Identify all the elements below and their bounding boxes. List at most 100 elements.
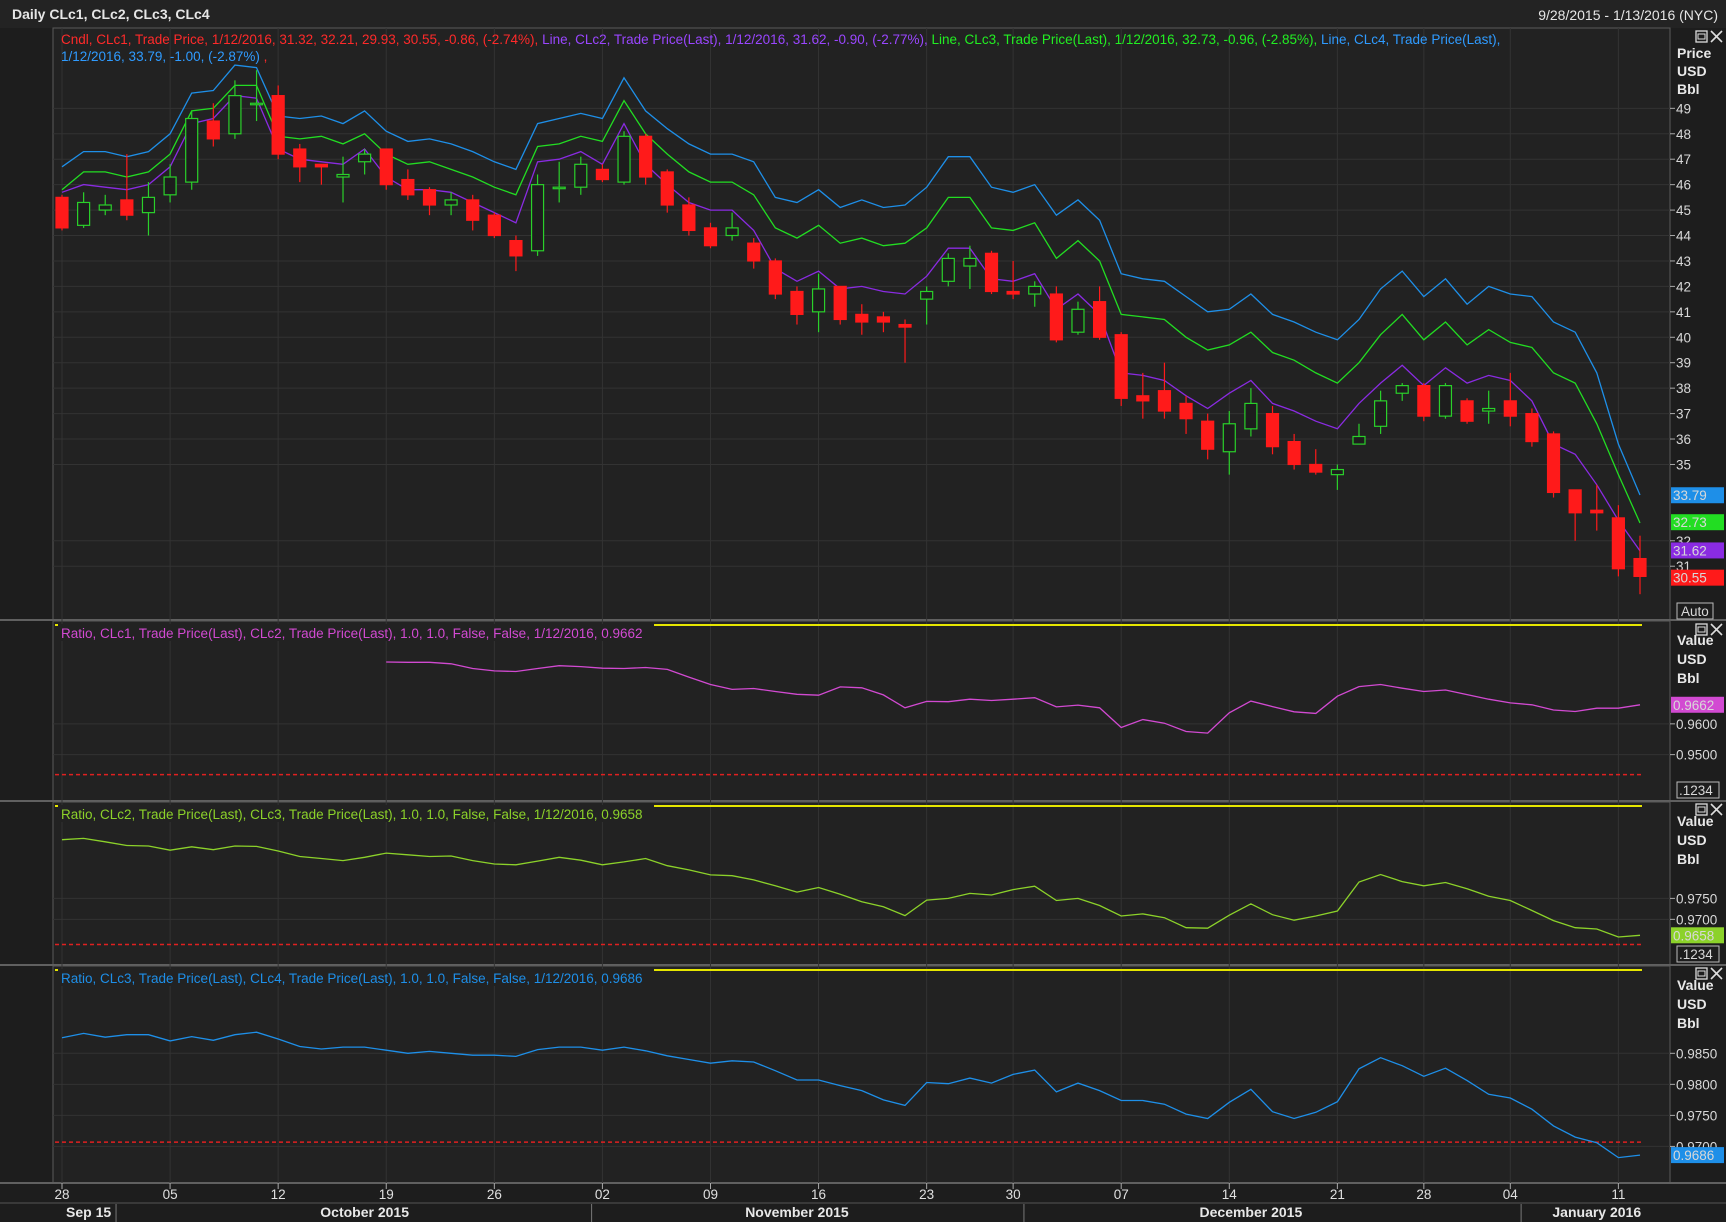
unit-label: Price xyxy=(1677,45,1711,61)
candle-body-down xyxy=(401,178,415,196)
y-tick-label: 0.9700 xyxy=(1676,912,1717,927)
candle-body-down xyxy=(1006,290,1020,295)
y-tick-label: 0.9600 xyxy=(1676,717,1717,732)
candle-body-down xyxy=(487,214,501,237)
candle-body-up xyxy=(77,201,91,226)
candle-body-up xyxy=(336,173,350,178)
candle-body-down xyxy=(422,189,437,206)
ratio-legend: Ratio, CLc2, Trade Price(Last), CLc3, Tr… xyxy=(61,807,643,822)
candle-body-down xyxy=(466,199,480,221)
candle-body-down xyxy=(1611,517,1625,570)
candle-body-up xyxy=(617,135,631,183)
x-tick-label: 07 xyxy=(1114,1187,1129,1202)
candle-body-down xyxy=(876,316,891,323)
candle-body-down xyxy=(1633,557,1647,577)
candle-body-down xyxy=(509,240,523,257)
candle-body-down xyxy=(639,135,653,178)
legend-entry: Cndl, CLc1, Trade Price, 1/12/2016, 31.3… xyxy=(61,32,542,47)
x-tick-label: 16 xyxy=(811,1187,826,1202)
x-tick-label: 05 xyxy=(163,1187,178,1202)
auto-scale-label: Auto xyxy=(1681,604,1709,619)
chart-canvas[interactable]: 313235363738394041424344454647484933.793… xyxy=(0,0,1726,1222)
candle-body-up xyxy=(725,227,739,237)
month-label: November 2015 xyxy=(745,1204,849,1220)
x-tick-label: 23 xyxy=(919,1187,934,1202)
last-value-label: 0.9662 xyxy=(1673,698,1714,713)
scale-format-label: .1234 xyxy=(1679,947,1713,962)
candle-body-down xyxy=(768,260,782,295)
x-tick-label: 28 xyxy=(54,1187,69,1202)
x-tick-label: 14 xyxy=(1222,1187,1238,1202)
y-tick-label: 44 xyxy=(1676,229,1692,244)
candle-body-down xyxy=(1590,509,1604,514)
candle-body-up xyxy=(249,102,264,106)
candle-body-down xyxy=(1568,489,1582,514)
candle-body-down xyxy=(747,242,761,262)
candle-body-down xyxy=(1157,390,1172,412)
candle-body-up xyxy=(163,176,177,196)
candle-body-up xyxy=(941,257,955,282)
y-tick-label: 38 xyxy=(1676,381,1691,396)
candle-body-up xyxy=(141,196,156,214)
candle-body-down xyxy=(855,313,869,323)
plot-frame-2 xyxy=(52,801,1671,966)
candle-body-up xyxy=(1071,308,1085,333)
last-value-label: 31.62 xyxy=(1673,543,1707,558)
last-value-label: 32.73 xyxy=(1673,515,1707,530)
candle-body-up xyxy=(98,204,112,211)
unit-label: Bbl xyxy=(1677,1015,1700,1031)
candle-body-down xyxy=(1092,301,1107,338)
y-tick-label: 41 xyxy=(1676,305,1691,320)
y-tick-label: 47 xyxy=(1676,152,1691,167)
legend-entry: 1/12/2016, 33.79, -1.00, (-2.87%) xyxy=(61,49,264,64)
candle-body-down xyxy=(1546,433,1561,494)
x-tick-label: 30 xyxy=(1006,1187,1021,1202)
candle-body-down xyxy=(1287,440,1301,466)
candle-body-down xyxy=(1201,420,1215,450)
candle-body-down xyxy=(833,285,847,321)
candle-body-down xyxy=(293,148,307,168)
x-tick-label: 26 xyxy=(487,1187,502,1202)
unit-label: USD xyxy=(1677,63,1707,79)
candle-body-up xyxy=(920,290,934,300)
price-legend: Cndl, CLc1, Trade Price, 1/12/2016, 31.3… xyxy=(61,32,1500,47)
candle-body-down xyxy=(379,148,393,186)
candle-body-up xyxy=(963,257,977,267)
candle-body-down xyxy=(660,171,674,206)
candle-body-down xyxy=(682,204,696,232)
candle-body-down xyxy=(1114,334,1128,399)
candle-body-down xyxy=(271,95,285,155)
x-tick-label: 19 xyxy=(379,1187,394,1202)
last-value-label: 0.9686 xyxy=(1673,1148,1714,1163)
month-label: October 2015 xyxy=(320,1204,409,1220)
candle-body-up xyxy=(1352,435,1366,445)
candle-body-up xyxy=(1330,468,1344,476)
y-tick-label: 42 xyxy=(1676,279,1691,294)
candle-body-down xyxy=(790,290,804,315)
candle-body-up xyxy=(552,186,566,190)
y-tick-label: 40 xyxy=(1676,330,1691,345)
candle-body-up xyxy=(1222,423,1236,453)
y-tick-label: 46 xyxy=(1676,178,1691,193)
candle-body-up xyxy=(1395,385,1409,394)
candle-body-down xyxy=(1265,412,1280,448)
candle-body-up xyxy=(444,199,458,206)
x-tick-label: 21 xyxy=(1330,1187,1345,1202)
candle-body-up xyxy=(811,288,826,313)
candle-body-down xyxy=(206,120,220,140)
candle-body-down xyxy=(1417,385,1431,417)
candle-body-down xyxy=(595,168,610,181)
candle-body-down xyxy=(1049,293,1063,341)
y-tick-label: 0.9850 xyxy=(1676,1046,1717,1061)
y-tick-label: 49 xyxy=(1676,101,1691,116)
y-tick-label: 36 xyxy=(1676,432,1691,447)
candle-body-down xyxy=(1309,463,1323,473)
legend-entry: , xyxy=(264,49,268,64)
candle-body-up xyxy=(185,117,199,183)
candle-body-down xyxy=(898,323,912,328)
y-tick-label: 0.9800 xyxy=(1676,1077,1717,1092)
y-tick-label: 35 xyxy=(1676,457,1691,472)
ratio-legend: Ratio, CLc3, Trade Price(Last), CLc4, Tr… xyxy=(61,971,643,986)
x-tick-label: 02 xyxy=(595,1187,610,1202)
candle-body-down xyxy=(1460,400,1474,422)
